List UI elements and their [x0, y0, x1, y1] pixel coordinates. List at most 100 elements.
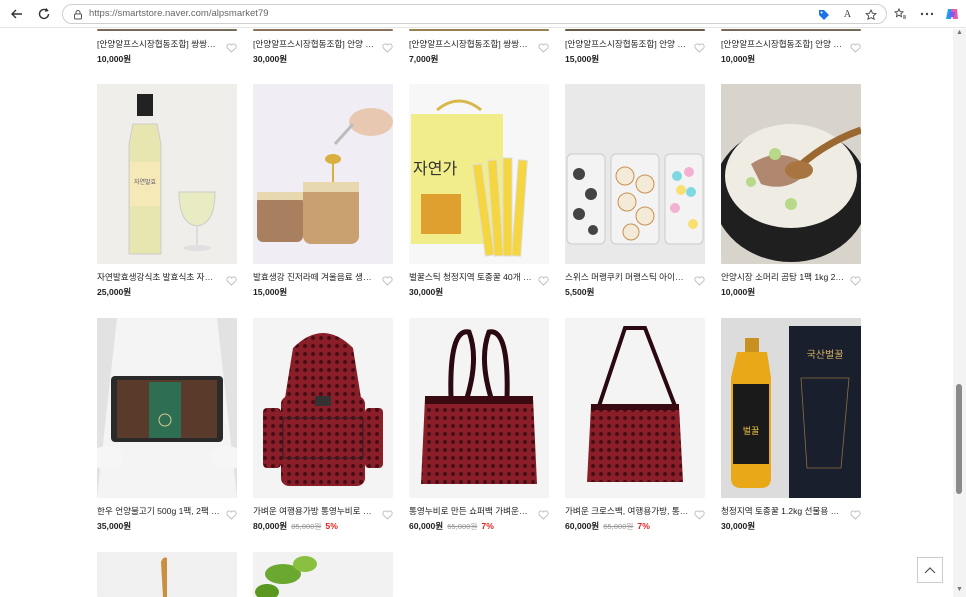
site-info-icon[interactable]: [72, 8, 84, 20]
product-card[interactable]: 국산벌꿀 벌꿀 청정지역 토종꿀 1.2kg 선물용 천... 30,000원: [721, 318, 861, 532]
scroll-to-top-button[interactable]: [917, 557, 943, 583]
product-price: 30,000원: [253, 54, 288, 64]
heart-icon[interactable]: [226, 273, 237, 286]
heart-icon[interactable]: [694, 507, 705, 520]
product-card[interactable]: 통영누비로 만든 쇼퍼백 가벼운가... 60,000원 65,000원 7%: [409, 318, 549, 532]
heart-icon[interactable]: [538, 40, 549, 53]
read-aloud-icon[interactable]: A: [841, 8, 854, 21]
product-card[interactable]: 자연발효 자연발효생강식초 발효식초 자연발... 25,000원: [97, 84, 237, 298]
product-image[interactable]: [565, 318, 705, 498]
heart-icon[interactable]: [226, 40, 237, 53]
product-title[interactable]: 한우 언양불고기 500g 1팩, 2팩 이...: [97, 506, 221, 517]
product-card[interactable]: 가벼운 크로스백, 여행용가방, 통영... 60,000원 65,000원 7%: [565, 318, 705, 532]
product-image[interactable]: [409, 318, 549, 498]
product-image[interactable]: [409, 29, 549, 31]
heart-icon[interactable]: [850, 273, 861, 286]
address-bar[interactable]: https://smartstore.naver.com/alpsmarket7…: [62, 4, 887, 24]
product-price: 5,500원: [565, 287, 595, 297]
product-card[interactable]: 한우 언양불고기 500g 1팩, 2팩 이... 35,000원: [97, 318, 237, 532]
product-title[interactable]: 발효생강 진저라떼 겨울음료 생강...: [253, 272, 377, 283]
product-card[interactable]: [안양알프스시장협동조합] 안양 물... 30,000원: [253, 29, 393, 65]
product-image[interactable]: 자연가: [409, 84, 549, 264]
product-image[interactable]: [565, 84, 705, 264]
product-image[interactable]: 국산벌꿀 벌꿀: [721, 318, 861, 498]
product-card[interactable]: [253, 552, 393, 597]
product-title[interactable]: 가벼운 크로스백, 여행용가방, 통영...: [565, 506, 689, 517]
product-card[interactable]: 자연가 벌꿀스틱 청정지역 토종꿀 40개 1... 30,000원: [409, 84, 549, 298]
scrollbar-thumb[interactable]: [956, 384, 962, 494]
browser-toolbar: https://smartstore.naver.com/alpsmarket7…: [0, 0, 966, 28]
product-price: 30,000원: [409, 287, 444, 297]
original-price: 85,000원: [291, 522, 322, 531]
discount-rate: 7%: [481, 521, 494, 531]
product-image[interactable]: [565, 29, 705, 31]
product-card[interactable]: [안양알프스시장협동조합] 쌍쌍한 ... 10,000원: [97, 29, 237, 65]
product-title[interactable]: [안양알프스시장협동조합] 쌍쌍한 ...: [97, 39, 221, 50]
product-image[interactable]: [721, 84, 861, 264]
product-price: 10,000원: [97, 54, 132, 64]
product-title[interactable]: 안양시장 소머리 곰탕 1팩 1kg 2~3...: [721, 272, 845, 283]
scroll-up-icon[interactable]: ▲: [955, 29, 964, 38]
product-image[interactable]: [97, 29, 237, 31]
heart-icon[interactable]: [382, 273, 393, 286]
product-image[interactable]: [253, 84, 393, 264]
heart-icon[interactable]: [850, 40, 861, 53]
product-title[interactable]: 자연발효생강식초 발효식초 자연발...: [97, 272, 221, 283]
url-text[interactable]: https://smartstore.naver.com/alpsmarket7…: [89, 8, 269, 19]
product-card[interactable]: 스위스 머랭쿠키 머랭스틱 아이간... 5,500원: [565, 84, 705, 298]
product-price: 15,000원: [253, 287, 288, 297]
product-title[interactable]: 청정지역 토종꿀 1.2kg 선물용 천...: [721, 506, 845, 517]
product-title[interactable]: [안양알프스시장협동조합] 안양 알...: [565, 39, 689, 50]
tag-icon[interactable]: [817, 8, 830, 21]
product-card[interactable]: 가벼운 여행용가방 통영누비로 만... 80,000원 85,000원 5%: [253, 318, 393, 532]
heart-icon[interactable]: [382, 507, 393, 520]
product-title[interactable]: 벌꿀스틱 청정지역 토종꿀 40개 1...: [409, 272, 533, 283]
heart-icon[interactable]: [538, 273, 549, 286]
product-card[interactable]: 안양시장 소머리 곰탕 1팩 1kg 2~3... 10,000원: [721, 84, 861, 298]
product-title[interactable]: [안양알프스시장협동조합] 안양 물...: [253, 39, 377, 50]
product-price: 35,000원: [97, 521, 132, 531]
back-icon[interactable]: [8, 5, 26, 23]
product-title[interactable]: [안양알프스시장협동조합] 쌍쌍한 ...: [409, 39, 533, 50]
heart-icon[interactable]: [694, 40, 705, 53]
product-title[interactable]: 가벼운 여행용가방 통영누비로 만...: [253, 506, 377, 517]
product-grid: [안양알프스시장협동조합] 쌍쌍한 ... 10,000원 [안양알프스시장협동…: [0, 29, 953, 597]
product-image[interactable]: 자연발효: [97, 84, 237, 264]
svg-text:국산벌꿀: 국산벌꿀: [807, 349, 844, 361]
chevron-up-icon: [924, 561, 936, 579]
product-image[interactable]: [253, 29, 393, 31]
product-image[interactable]: [97, 318, 237, 498]
product-card[interactable]: [안양알프스시장협동조합] 안양 물... 10,000원: [721, 29, 861, 65]
product-title[interactable]: [안양알프스시장협동조합] 안양 물...: [721, 39, 845, 50]
product-title[interactable]: 스위스 머랭쿠키 머랭스틱 아이간...: [565, 272, 689, 283]
scroll-down-icon[interactable]: ▼: [955, 586, 964, 595]
more-icon[interactable]: [919, 6, 935, 22]
product-price: 25,000원: [97, 287, 132, 297]
original-price: 65,000원: [603, 522, 634, 531]
scrollbar[interactable]: ▲ ▼: [953, 29, 966, 597]
product-image[interactable]: [253, 552, 393, 597]
product-image[interactable]: [721, 29, 861, 31]
product-price: 7,000원: [409, 54, 439, 64]
svg-text:자연가: 자연가: [413, 159, 457, 178]
refresh-icon[interactable]: [35, 5, 53, 23]
product-title[interactable]: 통영누비로 만든 쇼퍼백 가벼운가...: [409, 506, 533, 517]
product-price: 10,000원: [721, 54, 756, 64]
favorites-icon[interactable]: [892, 6, 908, 22]
heart-icon[interactable]: [226, 507, 237, 520]
heart-icon[interactable]: [382, 40, 393, 53]
product-price: 60,000원: [409, 521, 444, 531]
heart-icon[interactable]: [538, 507, 549, 520]
heart-icon[interactable]: [850, 507, 861, 520]
product-price: 80,000원: [253, 521, 288, 531]
product-card[interactable]: 발효생강 진저라떼 겨울음료 생강... 15,000원: [253, 84, 393, 298]
product-card[interactable]: [안양알프스시장협동조합] 쌍쌍한 ... 7,000원: [409, 29, 549, 65]
copilot-icon[interactable]: [944, 6, 960, 22]
product-image[interactable]: [253, 318, 393, 498]
favorite-star-icon[interactable]: [864, 8, 877, 21]
product-card[interactable]: [97, 552, 237, 597]
product-image[interactable]: [97, 552, 237, 597]
product-price: 15,000원: [565, 54, 600, 64]
heart-icon[interactable]: [694, 273, 705, 286]
product-card[interactable]: [안양알프스시장협동조합] 안양 알... 15,000원: [565, 29, 705, 65]
